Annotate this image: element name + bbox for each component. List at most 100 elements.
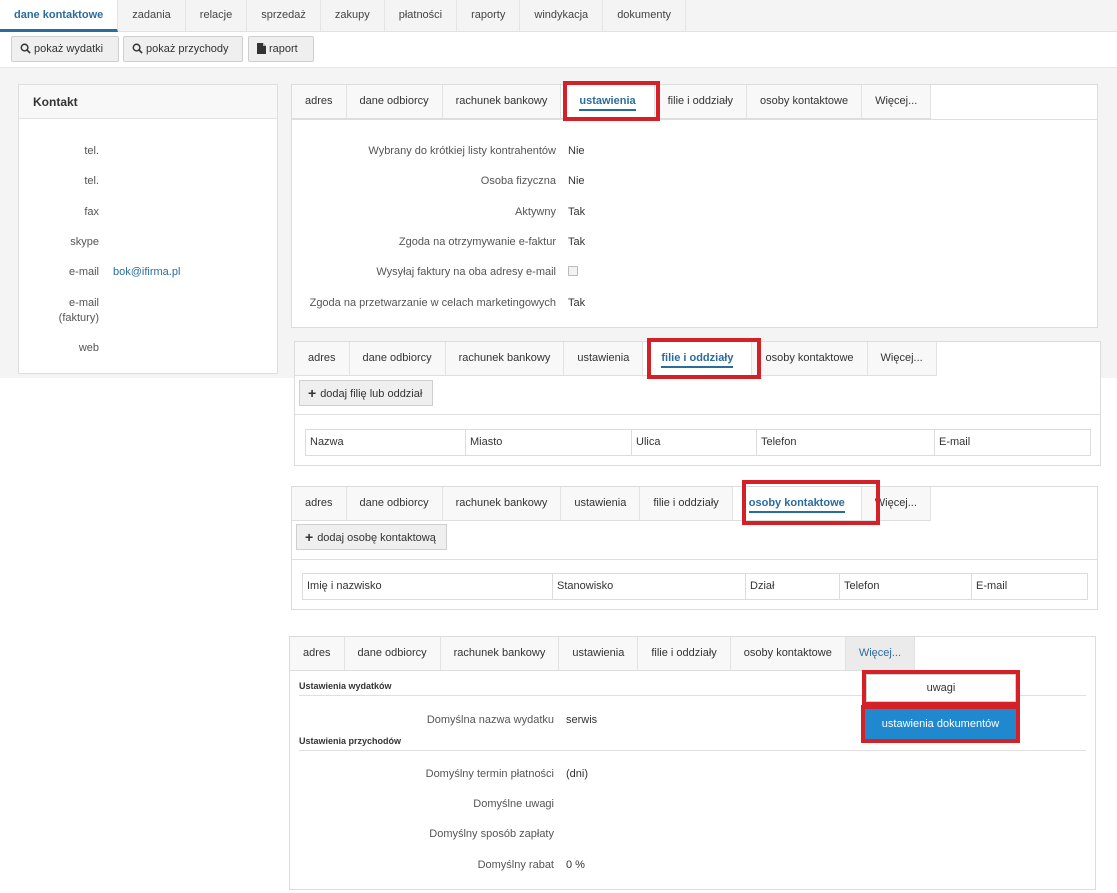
tab-osoby-kontaktowe[interactable]: osoby kontaktowe: [752, 342, 868, 375]
tab-ustawienia[interactable]: ustawienia: [559, 637, 639, 670]
setting-label: Osoba fizyczna: [480, 175, 556, 187]
setting-value: Nie: [568, 145, 585, 157]
tab-label: osoby kontaktowe: [748, 497, 845, 513]
top-navigation: dane kontaktowe zadania relacje sprzedaż…: [0, 0, 1117, 32]
tab-adres[interactable]: adres: [292, 85, 347, 118]
nav-dane-kontaktowe[interactable]: dane kontaktowe: [0, 0, 119, 32]
tab-filie[interactable]: filie i oddziały: [640, 487, 733, 520]
column-header[interactable]: Stanowisko: [553, 574, 746, 599]
tab-adres[interactable]: adres: [292, 487, 347, 520]
branches-table-header: Nazwa Miasto Ulica Telefon E-mail: [305, 429, 1091, 456]
tab-ustawienia[interactable]: ustawienia: [564, 342, 644, 375]
tab-dane-odbiorcy[interactable]: dane odbiorcy: [346, 85, 443, 118]
tab-label: ustawienia: [579, 95, 636, 111]
tab-osoby-kontaktowe[interactable]: osoby kontaktowe: [732, 487, 862, 520]
nav-relacje[interactable]: relacje: [186, 0, 248, 31]
tab-bar: adres dane odbiorcy rachunek bankowy ust…: [290, 637, 916, 671]
toolbar: pokaż wydatki pokaż przychody raport: [0, 32, 1117, 68]
nav-zadania[interactable]: zadania: [118, 0, 186, 31]
both-emails-checkbox[interactable]: [568, 266, 578, 276]
persons-panel: adres dane odbiorcy rachunek bankowy ust…: [291, 486, 1098, 610]
show-expenses-button[interactable]: pokaż wydatki: [11, 36, 119, 62]
show-income-button[interactable]: pokaż przychody: [123, 36, 243, 62]
column-header[interactable]: Ulica: [632, 430, 757, 455]
column-header[interactable]: Miasto: [466, 430, 632, 455]
column-header[interactable]: Nazwa: [306, 430, 466, 455]
setting-label: Domyślny sposób zapłaty: [429, 828, 554, 840]
add-person-label: dodaj osobę kontaktową: [317, 532, 436, 544]
nav-zakupy[interactable]: zakupy: [321, 0, 385, 31]
nav-windykacja[interactable]: windykacja: [520, 0, 604, 31]
setting-label: Aktywny: [515, 206, 556, 218]
nav-sprzedaz[interactable]: sprzedaż: [247, 0, 321, 31]
setting-label: Zgoda na przetwarzanie w celach marketin…: [309, 297, 556, 309]
setting-label: Domyślna nazwa wydatku: [426, 714, 554, 726]
setting-label: Wysyłaj faktury na oba adresy e-mail: [376, 266, 556, 278]
search-icon: [20, 43, 31, 54]
contact-label: fax: [84, 206, 99, 218]
tab-rachunek-bankowy[interactable]: rachunek bankowy: [445, 342, 565, 375]
setting-label: Zgoda na otrzymywanie e-faktur: [398, 236, 556, 248]
setting-value: Tak: [568, 206, 586, 218]
settings-panel: adres dane odbiorcy rachunek bankowy ust…: [291, 84, 1098, 328]
tab-osoby-kontaktowe[interactable]: osoby kontaktowe: [747, 85, 863, 118]
setting-value: serwis: [566, 714, 598, 726]
setting-label: Domyślny termin płatności: [425, 768, 554, 780]
setting-value: Nie: [568, 175, 585, 187]
tab-wiecej[interactable]: Więcej...: [845, 637, 916, 670]
tab-adres[interactable]: adres: [290, 637, 345, 670]
setting-value: Tak: [568, 297, 586, 309]
nav-raporty[interactable]: raporty: [457, 0, 521, 31]
tab-rachunek-bankowy[interactable]: rachunek bankowy: [442, 487, 562, 520]
column-header[interactable]: Dział: [746, 574, 840, 599]
setting-value: Tak: [568, 236, 586, 248]
nav-dokumenty[interactable]: dokumenty: [603, 0, 686, 31]
contact-label: skype: [70, 236, 99, 248]
nav-platnosci[interactable]: płatności: [385, 0, 458, 31]
tab-wiecej[interactable]: Więcej...: [862, 85, 932, 118]
column-header[interactable]: E-mail: [972, 574, 1087, 599]
column-header[interactable]: Telefon: [757, 430, 935, 455]
document-icon: [257, 43, 266, 54]
divider: [292, 559, 1097, 560]
tab-filie[interactable]: filie i oddziały: [638, 637, 731, 670]
tab-ustawienia[interactable]: ustawienia: [561, 487, 641, 520]
column-header[interactable]: Imię i nazwisko: [303, 574, 553, 599]
tab-divider: [292, 119, 1097, 120]
tab-ustawienia[interactable]: ustawienia: [561, 85, 655, 118]
tab-bar: adres dane odbiorcy rachunek bankowy ust…: [292, 487, 931, 521]
setting-label: Wybrany do krótkiej listy kontrahentów: [368, 145, 556, 157]
contact-label: e-mail: [69, 266, 99, 278]
branches-panel: adres dane odbiorcy rachunek bankowy ust…: [294, 341, 1101, 466]
tab-adres[interactable]: adres: [295, 342, 350, 375]
setting-label: Domyślne uwagi: [473, 798, 554, 810]
add-person-button[interactable]: + dodaj osobę kontaktową: [296, 524, 447, 550]
show-income-label: pokaż przychody: [146, 43, 229, 55]
tab-wiecej[interactable]: Więcej...: [861, 487, 931, 520]
add-branch-button[interactable]: + dodaj filię lub oddział: [299, 380, 434, 406]
column-header[interactable]: Telefon: [840, 574, 972, 599]
report-label: raport: [269, 43, 298, 55]
document-settings-button[interactable]: ustawienia dokumentów: [865, 709, 1016, 739]
tab-dane-odbiorcy[interactable]: dane odbiorcy: [344, 637, 441, 670]
tab-wiecej[interactable]: Więcej...: [867, 342, 937, 375]
tab-rachunek-bankowy[interactable]: rachunek bankowy: [440, 637, 560, 670]
tab-dane-odbiorcy[interactable]: dane odbiorcy: [346, 487, 443, 520]
report-button[interactable]: raport: [248, 36, 314, 62]
tab-filie[interactable]: filie i oddziały: [654, 85, 748, 118]
column-header[interactable]: E-mail: [935, 430, 1090, 455]
contact-label: tel.: [84, 145, 99, 157]
tab-dane-odbiorcy[interactable]: dane odbiorcy: [349, 342, 446, 375]
setting-value: (dni): [566, 768, 589, 780]
tab-osoby-kontaktowe[interactable]: osoby kontaktowe: [730, 637, 846, 670]
email-link[interactable]: bok@ifirma.pl: [113, 266, 180, 278]
tab-filie[interactable]: filie i oddziały: [643, 342, 753, 375]
setting-label: Domyślny rabat: [477, 859, 554, 871]
dropdown-item-uwagi[interactable]: uwagi: [866, 674, 1016, 702]
tab-bar: adres dane odbiorcy rachunek bankowy ust…: [295, 342, 937, 376]
contact-label: web: [78, 342, 99, 354]
search-icon: [132, 43, 143, 54]
tab-rachunek-bankowy[interactable]: rachunek bankowy: [442, 85, 562, 118]
plus-icon: +: [305, 529, 314, 545]
tab-label: filie i oddziały: [661, 352, 734, 368]
